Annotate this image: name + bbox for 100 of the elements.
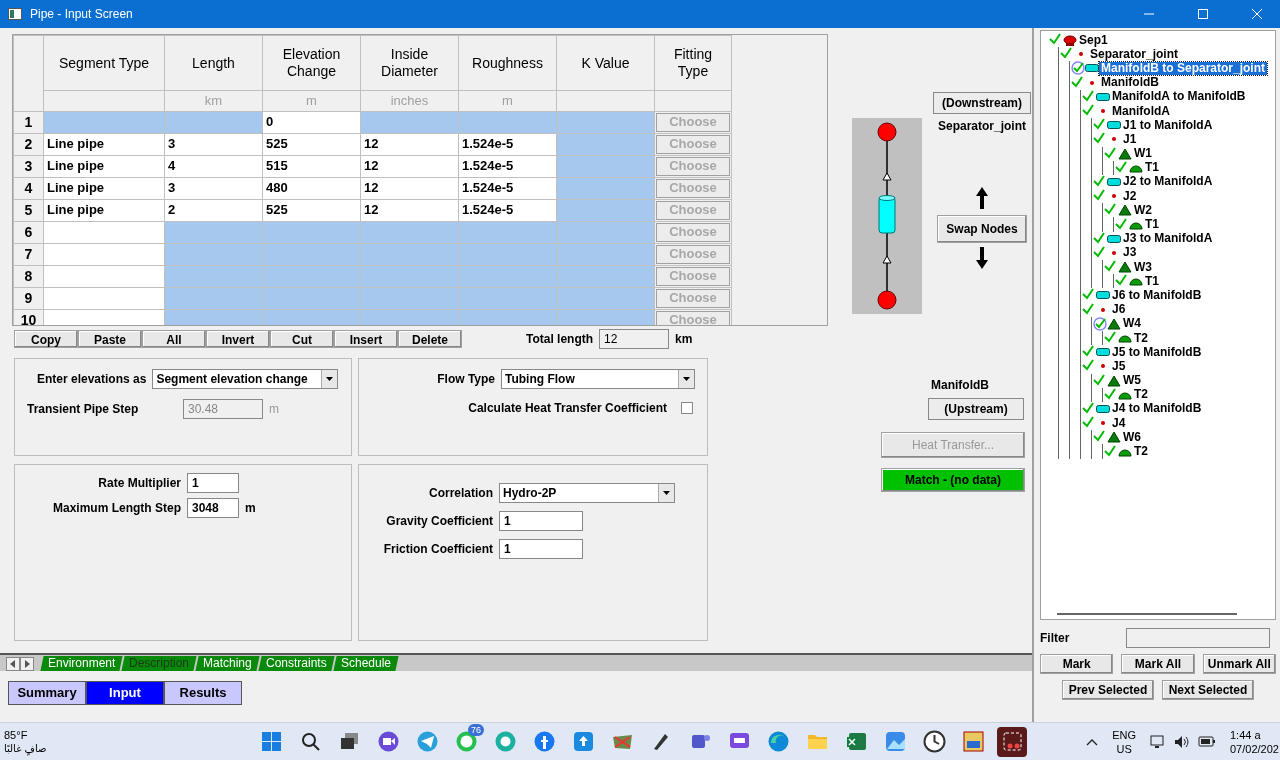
tree-item[interactable]: J5 to ManifoldB <box>1110 345 1204 359</box>
sheet-tab[interactable]: Environment <box>40 656 123 671</box>
tree-item[interactable]: J4 to ManifoldB <box>1110 402 1204 416</box>
tree-item[interactable]: T2 <box>1132 445 1150 459</box>
view-tab[interactable]: Results <box>164 681 242 705</box>
app-icon <box>960 729 986 754</box>
row-number: 7 <box>13 243 44 265</box>
tree-item[interactable]: W2 <box>1132 203 1154 217</box>
pipe-icon <box>1096 90 1110 103</box>
tree-item[interactable]: J2 to ManifoldA <box>1121 175 1215 189</box>
elevation-mode-select[interactable]: Segment elevation change <box>152 369 339 389</box>
tree-item[interactable]: J5 <box>1110 359 1128 373</box>
rate-multiplier-field[interactable]: 1 <box>187 473 239 493</box>
tree-item[interactable]: J2 <box>1121 189 1139 203</box>
tree-item[interactable]: W1 <box>1132 147 1154 161</box>
language-text[interactable]: ENG <box>1112 727 1136 742</box>
tree-item[interactable]: ManifoldB to Separator_joint <box>1099 61 1267 75</box>
selection-button[interactable]: Next Selected <box>1162 680 1254 700</box>
checkbox[interactable] <box>681 402 693 414</box>
tool-button[interactable]: Cut <box>270 330 334 348</box>
tree-item[interactable]: Separator_joint <box>1088 47 1181 61</box>
column-header: Fitting Type <box>654 35 732 91</box>
dropdown-arrow-icon <box>683 377 690 381</box>
node-role-label: (Downstream) <box>933 92 1031 114</box>
tool-button[interactable]: Delete <box>398 330 462 348</box>
tree-item[interactable]: W6 <box>1121 430 1143 444</box>
date-text[interactable]: 07/02/202 <box>1230 741 1280 756</box>
tree-item[interactable]: W4 <box>1121 317 1143 331</box>
column-header: Segment Type <box>43 35 165 91</box>
tree-item[interactable]: T1 <box>1143 161 1161 175</box>
down-arrow-icon <box>976 247 988 269</box>
unit-label: m <box>269 401 279 418</box>
triangle-icon <box>1118 204 1132 217</box>
tree-item[interactable]: J3 <box>1121 246 1139 260</box>
tree-item[interactable]: Sep1 <box>1077 33 1110 47</box>
selection-button[interactable]: Prev Selected <box>1062 680 1154 700</box>
view-tab[interactable]: Summary <box>8 681 86 705</box>
network-icon[interactable] <box>1150 734 1166 749</box>
region-text[interactable]: US <box>1112 741 1136 756</box>
filter-field[interactable] <box>1126 628 1270 648</box>
correlation-select[interactable]: Hydro-2P <box>499 483 675 503</box>
sheet-tab[interactable]: Matching <box>195 656 260 671</box>
tree-item[interactable]: J1 <box>1121 132 1139 146</box>
column-header: Length <box>164 35 263 91</box>
tree-item[interactable]: J3 to ManifoldA <box>1121 232 1215 246</box>
row-number: 9 <box>13 287 44 309</box>
tree-item[interactable]: J6 to ManifoldB <box>1110 288 1204 302</box>
notification-badge: 76 <box>468 723 484 736</box>
tree-item[interactable]: T2 <box>1132 331 1150 345</box>
view-tab[interactable]: Input <box>86 681 164 705</box>
flow-type-select[interactable]: Tubing Flow <box>501 369 695 389</box>
close-icon <box>1252 9 1262 19</box>
friction-coefficient-field[interactable]: 1 <box>499 539 583 559</box>
mark-button[interactable]: Mark All <box>1121 654 1195 674</box>
tree-item[interactable]: J1 to ManifoldA <box>1121 118 1215 132</box>
tree-item[interactable]: T2 <box>1132 388 1150 402</box>
time-text[interactable]: 1:44 a <box>1230 727 1280 742</box>
pipe-icon <box>1085 62 1099 75</box>
camera-app-icon <box>375 729 401 754</box>
temperature-text: 85°F <box>4 728 29 742</box>
window-title: Pipe - Input Screen <box>30 6 133 23</box>
taskbar-button[interactable] <box>997 726 1027 757</box>
tree-item[interactable]: J4 <box>1110 416 1128 430</box>
chevron-up-icon[interactable] <box>1086 737 1099 746</box>
tree-item[interactable]: J6 <box>1110 303 1128 317</box>
battery-icon[interactable] <box>1198 735 1216 748</box>
row-number: 2 <box>13 133 44 155</box>
browser-app-icon <box>765 729 791 754</box>
tree-item[interactable]: W3 <box>1132 260 1154 274</box>
scroll-right-icon[interactable] <box>20 657 34 671</box>
row-number: 3 <box>13 155 44 177</box>
tree-item[interactable]: ManifoldB <box>1099 76 1161 90</box>
mark-button[interactable]: Mark <box>1040 654 1114 674</box>
tree-item[interactable]: ManifoldA to ManifoldB <box>1110 90 1248 104</box>
match-button[interactable]: Match - (no data) <box>881 468 1025 492</box>
triangle-icon <box>1107 374 1121 387</box>
volume-icon[interactable] <box>1174 734 1190 749</box>
scrollbar-thumb[interactable] <box>1057 613 1237 615</box>
field-label: Maximum Length Step <box>52 500 181 517</box>
row-number: 8 <box>13 265 44 287</box>
max-length-step-field[interactable]: 3048 <box>187 498 239 518</box>
app-icon <box>8 8 22 20</box>
tool-button[interactable]: Invert <box>206 330 270 348</box>
pipe-icon <box>1107 175 1121 188</box>
tree-item[interactable]: T1 <box>1143 218 1161 232</box>
taskbar-button[interactable]: 76 <box>451 726 481 757</box>
tree-item[interactable]: T1 <box>1143 274 1161 288</box>
tool-button[interactable]: Insert <box>334 330 398 348</box>
sheet-tab[interactable]: Schedule <box>333 656 399 671</box>
gravity-coefficient-field[interactable]: 1 <box>499 511 583 531</box>
tool-button[interactable]: Paste <box>78 330 142 348</box>
tree-item[interactable]: ManifoldA <box>1110 104 1172 118</box>
tool-button[interactable]: Copy <box>14 330 78 348</box>
column-header: Elevation Change <box>262 35 361 91</box>
sheet-tab[interactable]: Constraints <box>258 656 335 671</box>
tree-item[interactable]: W5 <box>1121 374 1143 388</box>
tool-button[interactable]: All <box>142 330 206 348</box>
swap-nodes-button[interactable]: Swap Nodes <box>937 215 1027 243</box>
scroll-left-icon[interactable] <box>6 657 20 671</box>
mark-button[interactable]: Unmark All <box>1202 654 1276 674</box>
